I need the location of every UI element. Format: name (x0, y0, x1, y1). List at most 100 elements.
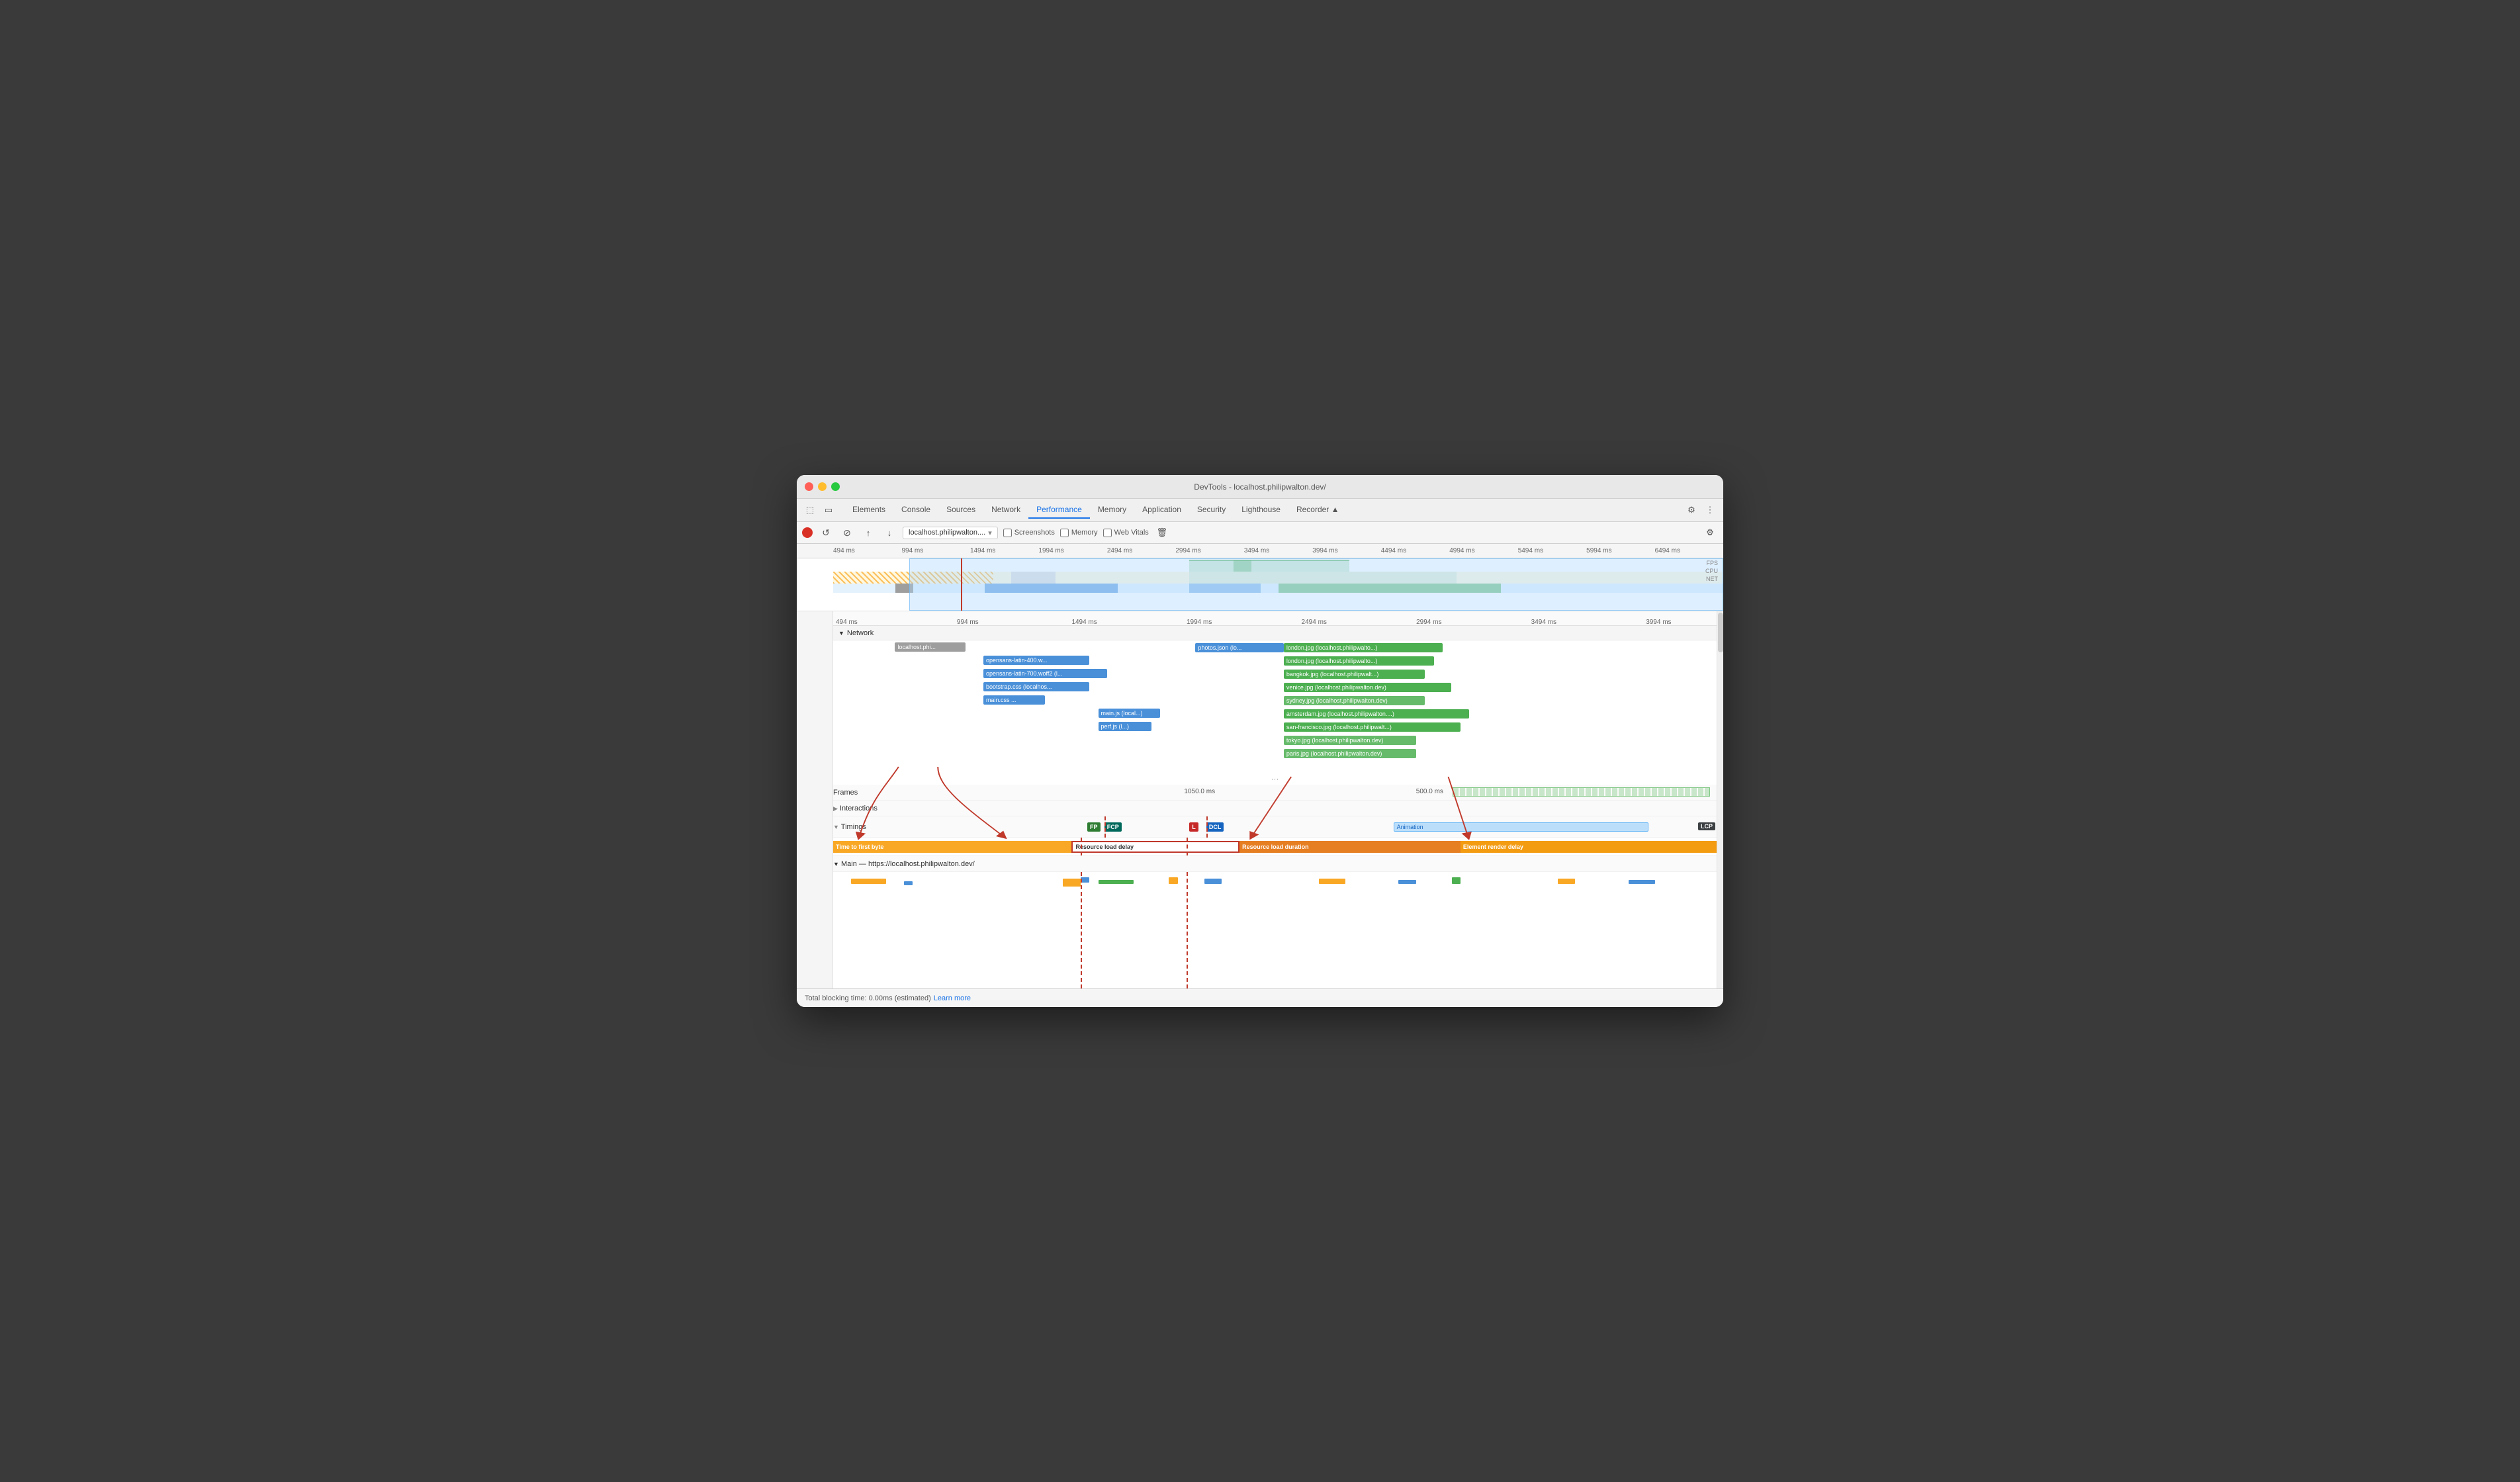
screenshots-checkbox[interactable] (1003, 529, 1012, 537)
memory-checkbox[interactable] (1060, 529, 1069, 537)
interactions-row: ▶ Interactions (833, 801, 1717, 816)
dashed-vline-main-1 (1081, 872, 1082, 988)
net-bar-london2[interactable]: london.jpg (localhost.philipwalto...) (1284, 656, 1434, 666)
main-content: 494 ms 994 ms 1494 ms 1994 ms 2494 ms 29… (797, 611, 1723, 988)
url-dropdown-icon[interactable]: ▾ (988, 529, 992, 537)
scrollbar[interactable] (1717, 611, 1723, 988)
network-arrow: ▼ (838, 630, 844, 636)
memory-checkbox-group: Memory (1060, 529, 1098, 537)
screenshots-label: Screenshots (1014, 529, 1055, 537)
tab-performance[interactable]: Performance (1028, 501, 1090, 519)
main-section-header: ▼ Main — https://localhost.philipwalton.… (833, 856, 1717, 872)
resource-load-delay-bar: Resource load delay (1071, 841, 1239, 853)
cpu-label: CPU (1705, 568, 1718, 574)
timing-l: L (1189, 822, 1198, 832)
main-activity-area (833, 872, 1717, 988)
network-row-3: opensans-latin-700.woff2 (l... (833, 667, 1717, 680)
tab-application[interactable]: Application (1134, 501, 1189, 519)
ruler-label-2: 1494 ms (970, 547, 1038, 554)
overview-area[interactable]: FPS CPU NET (797, 558, 1723, 611)
learn-more-link[interactable]: Learn more (934, 994, 971, 1002)
activity-bar-9 (1398, 880, 1416, 884)
net-bar-london1[interactable]: london.jpg (localhost.philipwalto...) (1284, 643, 1443, 652)
animation-bar[interactable]: Animation (1394, 822, 1649, 832)
clear-icon[interactable]: ⊘ (839, 525, 855, 541)
toolbar-icons: ⬚ ▭ (802, 502, 836, 518)
network-row-6: main.js (local...) (833, 707, 1717, 720)
net-bar-perfjs[interactable]: perf.js (l...) (1099, 722, 1151, 731)
net-bar-sydney[interactable]: sydney.jpg (localhost.philipwalton.dev) (1284, 696, 1425, 705)
scrollbar-thumb[interactable] (1718, 613, 1723, 652)
network-label: Network (847, 629, 874, 637)
net-bar-tokyo[interactable]: tokyo.jpg (localhost.philipwalton.dev) (1284, 736, 1416, 745)
activity-bar-10 (1452, 877, 1461, 884)
overview-labels: FPS CPU NET (1705, 560, 1718, 582)
fps-label: FPS (1705, 560, 1718, 566)
activity-bar-3 (1063, 879, 1081, 887)
net-bar-opensans700[interactable]: opensans-latin-700.woff2 (l... (983, 669, 1107, 678)
url-field[interactable]: localhost.philipwalton.... ▾ (903, 527, 998, 539)
ruler-label-7: 3994 ms (1312, 547, 1380, 554)
net-bar-paris[interactable]: paris.jpg (localhost.philipwalton.dev) (1284, 749, 1416, 758)
activity-bar-2 (904, 881, 913, 885)
upload-icon[interactable]: ↑ (860, 525, 876, 541)
dashed-vline-lcpbar-2 (1187, 838, 1188, 855)
maximize-button[interactable] (831, 482, 840, 491)
timeline-ruler2: 494 ms 994 ms 1494 ms 1994 ms 2494 ms 29… (833, 611, 1717, 626)
tab-lighthouse[interactable]: Lighthouse (1234, 501, 1288, 519)
web-vitals-checkbox[interactable] (1103, 529, 1112, 537)
minimize-button[interactable] (818, 482, 827, 491)
tab-network[interactable]: Network (983, 501, 1028, 519)
net-bar-mainjs[interactable]: main.js (local...) (1099, 709, 1160, 718)
tab-elements[interactable]: Elements (844, 501, 893, 519)
overview-time-marker (961, 558, 962, 611)
close-button[interactable] (805, 482, 813, 491)
activity-bar-12 (1629, 880, 1655, 884)
ruler-label-11: 5994 ms (1586, 547, 1654, 554)
inspect-icon[interactable]: ⬚ (802, 502, 818, 518)
tab-security[interactable]: Security (1189, 501, 1234, 519)
ttfb-bar: Time to first byte (833, 841, 1071, 853)
tab-console[interactable]: Console (893, 501, 938, 519)
settings-perf-icon[interactable]: ⚙ (1702, 525, 1718, 541)
network-row-5: main.css ... (833, 693, 1717, 707)
tab-sources[interactable]: Sources (938, 501, 983, 519)
resource-load-duration-bar: Resource load duration (1239, 841, 1461, 853)
net-bar-opensans400[interactable]: opensans-latin-400.w... (983, 656, 1089, 665)
tab-memory[interactable]: Memory (1090, 501, 1134, 519)
activity-bar-8 (1319, 879, 1345, 884)
timing-fp: FP (1087, 822, 1101, 832)
status-text: Total blocking time: 0.00ms (estimated) (805, 994, 931, 1002)
net-bar-bangkok[interactable]: bangkok.jpg (localhost.philipwalt...) (1284, 670, 1425, 679)
ruler-label-6: 3494 ms (1244, 547, 1312, 554)
net-bar-photos[interactable]: photos.json (lo... (1195, 643, 1284, 652)
download-icon[interactable]: ↓ (881, 525, 897, 541)
network-row-7: perf.js (l...) (833, 720, 1717, 733)
settings-icon[interactable]: ⚙ (1684, 502, 1699, 518)
device-icon[interactable]: ▭ (821, 502, 836, 518)
activity-bar-1 (851, 879, 886, 884)
ellipsis-row: ··· (833, 773, 1717, 785)
web-vitals-checkbox-group: Web Vitals (1103, 529, 1149, 537)
timings-label: ▼ Timings (833, 823, 866, 831)
timing-fcp: FCP (1104, 822, 1122, 832)
record-button[interactable] (802, 527, 813, 538)
lcp-bars-row: Time to first byte Resource load delay R… (833, 838, 1717, 856)
reload-icon[interactable]: ↺ (818, 525, 834, 541)
more-icon[interactable]: ⋮ (1702, 502, 1718, 518)
net-bar-amsterdam[interactable]: amsterdam.jpg (localhost.philipwalton...… (1284, 709, 1469, 719)
tab-recorder[interactable]: Recorder ▲ (1288, 501, 1347, 519)
dashed-vline-lcpbar-1 (1081, 838, 1082, 855)
net-bar-bootstrap[interactable]: bootstrap.css (localhos... (983, 682, 1089, 691)
net-bar-sanfrancisco[interactable]: san-francisco.jpg (localhost.philipwalt.… (1284, 722, 1461, 732)
network-row-4: bootstrap.css (localhos... (833, 680, 1717, 693)
devtools-window: DevTools - localhost.philipwalton.dev/ ⬚… (797, 475, 1723, 1007)
interactions-label: ▶ Interactions (833, 805, 878, 812)
delete-icon[interactable]: 🗑 (1154, 525, 1170, 541)
net-bar-venice[interactable]: venice.jpg (localhost.philipwalton.dev) (1284, 683, 1452, 692)
network-row-2: opensans-latin-400.w... (833, 654, 1717, 667)
network-header[interactable]: ▼ Network (833, 626, 1717, 640)
ruler-label-4: 2494 ms (1107, 547, 1175, 554)
net-label: NET (1705, 576, 1718, 582)
net-bar-maincss[interactable]: main.css ... (983, 695, 1045, 705)
